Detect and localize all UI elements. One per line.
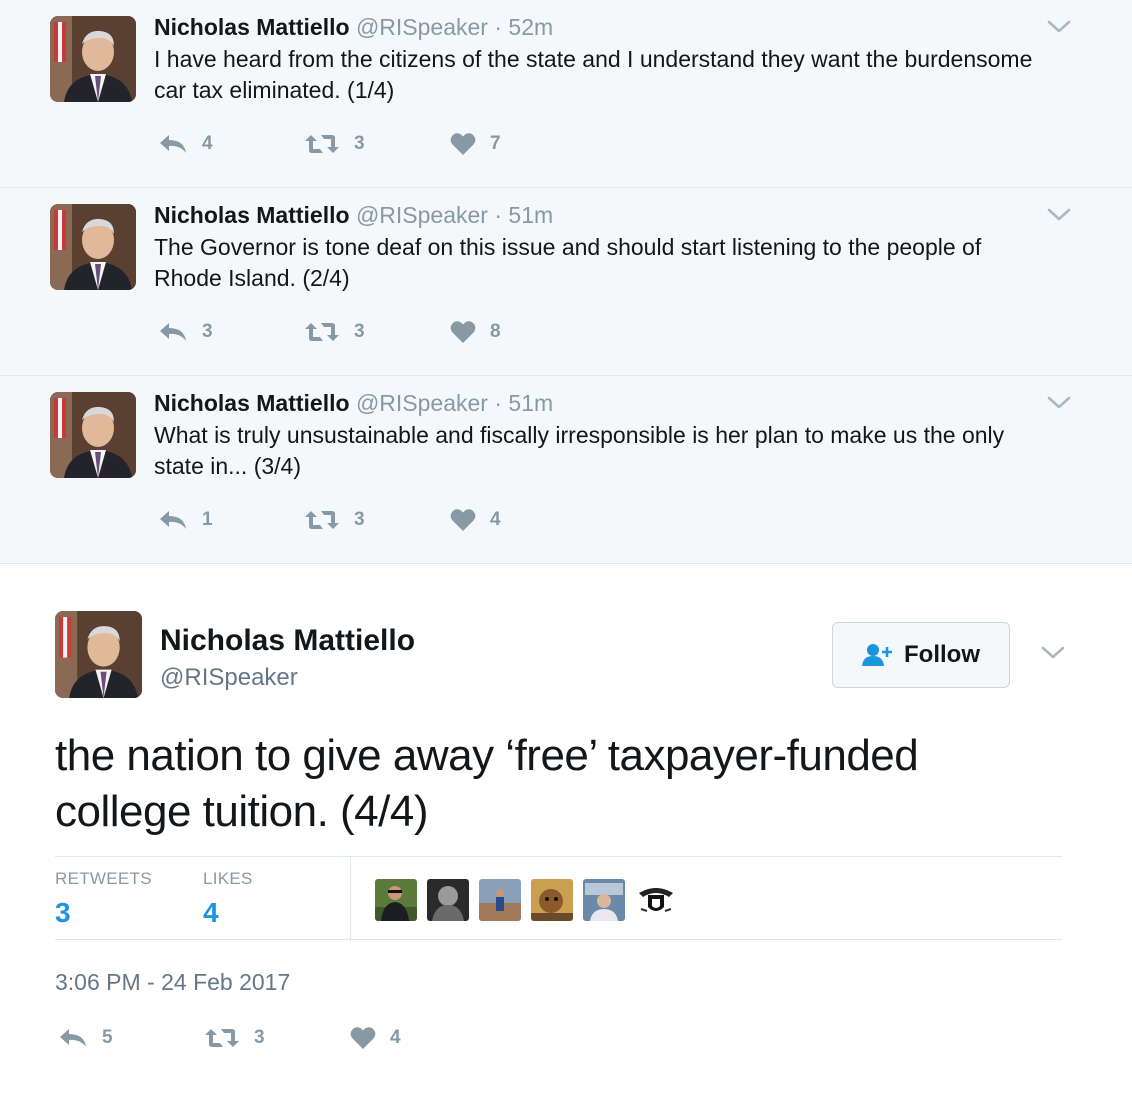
reply-count: 5 xyxy=(102,1027,113,1048)
reply-button[interactable]: 3 xyxy=(158,321,304,343)
tweet-timestamp[interactable]: 3:06 PM - 24 Feb 2017 xyxy=(55,969,290,996)
follow-person-icon xyxy=(862,644,892,666)
reply-button[interactable]: 4 xyxy=(158,133,304,155)
tweet-actions: 5 3 4 xyxy=(58,1023,496,1053)
reply-count: 3 xyxy=(202,321,213,342)
like-count: 4 xyxy=(390,1027,401,1048)
retweets-stat[interactable]: RETWEETS 3 xyxy=(55,869,152,929)
author-handle[interactable]: @RISpeaker xyxy=(356,202,488,228)
tweet-time[interactable]: 51m xyxy=(508,202,553,228)
retweet-icon xyxy=(304,509,340,531)
author-handle[interactable]: @RISpeaker xyxy=(356,390,488,416)
retweet-count: 3 xyxy=(354,509,365,530)
chevron-down-icon[interactable] xyxy=(1046,14,1072,40)
likes-label: LIKES xyxy=(203,869,253,888)
reply-button[interactable]: 5 xyxy=(58,1027,204,1049)
separator: · xyxy=(494,390,503,416)
tweet-header: Nicholas Mattiello @RISpeaker · 51m xyxy=(154,200,553,230)
author-name[interactable]: Nicholas Mattiello xyxy=(154,14,350,40)
like-count: 8 xyxy=(490,321,501,342)
avatar[interactable] xyxy=(50,204,136,290)
author-name[interactable]: Nicholas Mattiello xyxy=(154,390,350,416)
like-button[interactable]: 8 xyxy=(450,320,596,344)
chevron-down-icon[interactable] xyxy=(1040,640,1066,666)
like-count: 7 xyxy=(490,133,501,154)
reply-button[interactable]: 1 xyxy=(158,509,304,531)
avatar[interactable] xyxy=(55,611,142,698)
retweet-button[interactable]: 3 xyxy=(304,509,450,531)
retweet-icon xyxy=(304,133,340,155)
author-name[interactable]: Nicholas Mattiello xyxy=(154,202,350,228)
thread-tweet[interactable]: Nicholas Mattiello @RISpeaker · 51m What… xyxy=(0,376,1132,564)
likes-stat[interactable]: LIKES 4 xyxy=(203,869,253,929)
liked-by-avatars xyxy=(375,879,687,921)
like-button[interactable]: 4 xyxy=(450,508,596,532)
heart-icon xyxy=(450,508,476,532)
tweet-header: Nicholas Mattiello @RISpeaker · 51m xyxy=(154,388,553,418)
thread-tweet[interactable]: Nicholas Mattiello @RISpeaker · 52m I ha… xyxy=(0,0,1132,188)
tweet-time[interactable]: 51m xyxy=(508,390,553,416)
like-button[interactable]: 4 xyxy=(350,1026,496,1050)
tweet-text: the nation to give away ‘free’ taxpayer-… xyxy=(55,731,919,836)
author-handle[interactable]: @RISpeaker xyxy=(160,664,298,692)
avatar[interactable] xyxy=(50,16,136,102)
permalink-tweet: Nicholas Mattiello @RISpeaker Follow the… xyxy=(0,564,1132,1096)
tweet-actions: 1 3 4 xyxy=(158,505,596,535)
reply-icon xyxy=(158,509,188,531)
retweet-count: 3 xyxy=(354,321,365,342)
follow-label: Follow xyxy=(904,641,980,668)
reply-count: 4 xyxy=(202,133,213,154)
retweet-button[interactable]: 3 xyxy=(304,133,450,155)
tweet-actions: 4 3 7 xyxy=(158,129,596,159)
liker-avatar[interactable] xyxy=(479,879,521,921)
stats-divider xyxy=(350,857,351,941)
liker-avatar[interactable] xyxy=(531,879,573,921)
liker-avatar[interactable] xyxy=(375,879,417,921)
like-count: 4 xyxy=(490,509,501,530)
liker-avatar[interactable] xyxy=(427,879,469,921)
separator: · xyxy=(494,14,503,40)
liker-avatar[interactable] xyxy=(583,879,625,921)
retweets-value: 3 xyxy=(55,897,71,928)
tweet-stats: RETWEETS 3 LIKES 4 xyxy=(55,856,1062,941)
retweet-button[interactable]: 3 xyxy=(204,1027,350,1049)
reply-icon xyxy=(158,321,188,343)
heart-icon xyxy=(450,132,476,156)
heart-icon xyxy=(350,1026,376,1050)
separator: · xyxy=(494,202,503,228)
chevron-down-icon[interactable] xyxy=(1046,202,1072,228)
retweet-count: 3 xyxy=(254,1027,265,1048)
likes-value: 4 xyxy=(203,897,219,928)
tweet-header: Nicholas Mattiello @RISpeaker · 52m xyxy=(154,12,553,42)
heart-icon xyxy=(450,320,476,344)
reply-count: 1 xyxy=(202,509,213,530)
tweet-actions: 3 3 8 xyxy=(158,317,596,347)
tweet-text: The Governor is tone deaf on this issue … xyxy=(154,234,982,291)
retweet-count: 3 xyxy=(354,133,365,154)
retweet-button[interactable]: 3 xyxy=(304,321,450,343)
tweet-text: I have heard from the citizens of the st… xyxy=(154,46,1033,103)
retweet-icon xyxy=(304,321,340,343)
chevron-down-icon[interactable] xyxy=(1046,390,1072,416)
retweets-label: RETWEETS xyxy=(55,869,152,888)
follow-button[interactable]: Follow xyxy=(832,622,1010,688)
tweet-text: What is truly unsustainable and fiscally… xyxy=(154,422,1005,479)
thread-tweet[interactable]: Nicholas Mattiello @RISpeaker · 51m The … xyxy=(0,188,1132,376)
like-button[interactable]: 7 xyxy=(450,132,596,156)
tweet-time[interactable]: 52m xyxy=(508,14,553,40)
author-name[interactable]: Nicholas Mattiello xyxy=(160,624,415,658)
author-handle[interactable]: @RISpeaker xyxy=(356,14,488,40)
reply-icon xyxy=(158,133,188,155)
retweet-icon xyxy=(204,1027,240,1049)
avatar[interactable] xyxy=(50,392,136,478)
reply-icon xyxy=(58,1027,88,1049)
liker-avatar[interactable] xyxy=(635,879,677,921)
